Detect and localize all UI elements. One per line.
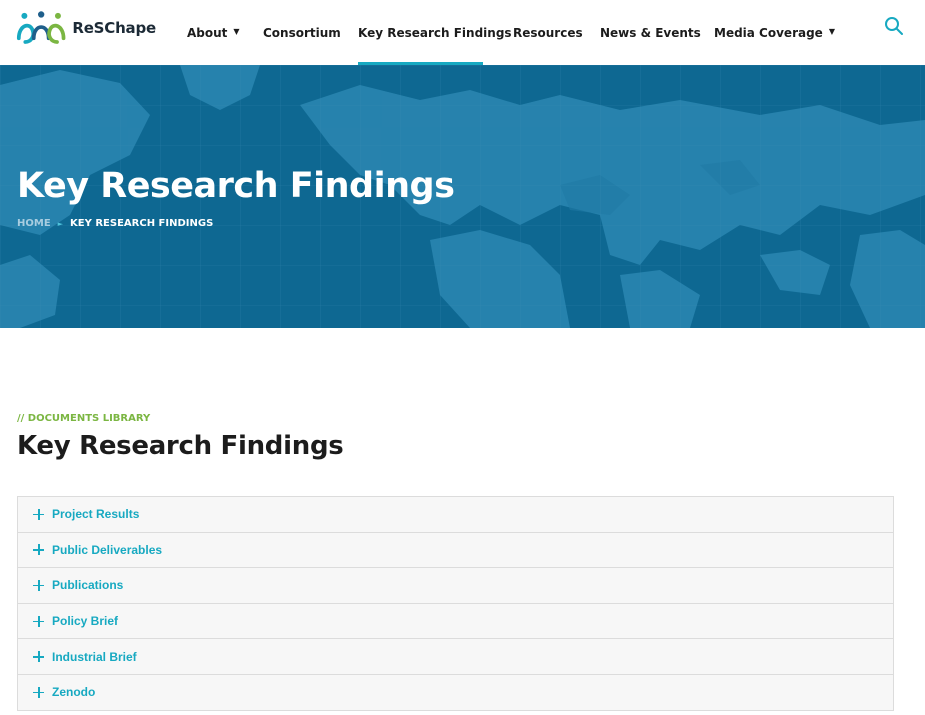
plus-icon <box>33 686 44 698</box>
nav-item-resources[interactable]: Resources <box>513 0 583 65</box>
plus-icon <box>33 615 44 627</box>
accordion-item-industrial-brief[interactable]: Industrial Brief <box>18 639 893 675</box>
caret-down-icon: ▼ <box>233 27 240 36</box>
breadcrumb-home-link[interactable]: HOME <box>17 218 51 229</box>
plus-icon <box>33 579 44 591</box>
nav-item-media-coverage[interactable]: Media Coverage ▼ <box>714 0 835 65</box>
accordion-item-label: Publications <box>52 578 124 593</box>
hero-title: Key Research Findings <box>17 166 455 206</box>
nav-item-about[interactable]: About ▼ <box>187 0 240 65</box>
breadcrumb-current: KEY RESEARCH FINDINGS <box>70 218 214 229</box>
site-logo[interactable]: ReSChape <box>16 8 156 48</box>
plus-icon <box>33 651 44 663</box>
nav-item-news-events[interactable]: News & Events <box>600 0 701 65</box>
nav-item-key-research-findings[interactable]: Key Research Findings <box>358 0 512 65</box>
breadcrumb-separator-icon: ► <box>57 219 64 228</box>
accordion-item-label: Zenodo <box>52 685 96 700</box>
accordion-item-public-deliverables[interactable]: Public Deliverables <box>18 532 893 569</box>
accordion-item-label: Public Deliverables <box>52 542 163 557</box>
hero-banner: Key Research Findings HOME ► KEY RESEARC… <box>0 65 925 328</box>
accordion-item-policy-brief[interactable]: Policy Brief <box>18 603 893 640</box>
nav-item-label: About <box>187 25 228 40</box>
plus-icon <box>33 508 44 520</box>
accordion-item-zenodo[interactable]: Zenodo <box>18 674 893 711</box>
caret-down-icon: ▼ <box>828 27 835 36</box>
nav-item-label: Key Research Findings <box>358 25 512 40</box>
accordion-item-publications[interactable]: Publications <box>18 568 893 604</box>
nav-item-label: News & Events <box>600 25 701 40</box>
breadcrumb: HOME ► KEY RESEARCH FINDINGS <box>17 218 213 229</box>
site-header: ReSChape About ▼ Consortium Key Research… <box>0 0 925 65</box>
accordion-item-label: Industrial Brief <box>52 649 137 664</box>
nav-item-label: Media Coverage <box>714 25 823 40</box>
accordion-item-project-results[interactable]: Project Results <box>18 497 893 533</box>
nav-item-label: Consortium <box>263 25 341 40</box>
documents-accordion: Project Results Public Deliverables Publ… <box>17 496 894 711</box>
nav-item-label: Resources <box>513 25 583 40</box>
search-icon <box>885 17 903 35</box>
plus-icon <box>33 544 44 556</box>
logo-figures-icon <box>16 11 66 44</box>
logo-wordmark: ReSChape <box>72 19 156 37</box>
search-button[interactable] <box>884 16 904 36</box>
accordion-item-label: Project Results <box>52 507 140 522</box>
accordion-item-label: Policy Brief <box>52 614 119 629</box>
section-title: Key Research Findings <box>17 431 344 461</box>
section-eyebrow: // DOCUMENTS LIBRARY <box>17 413 151 424</box>
nav-item-consortium[interactable]: Consortium <box>263 0 341 65</box>
